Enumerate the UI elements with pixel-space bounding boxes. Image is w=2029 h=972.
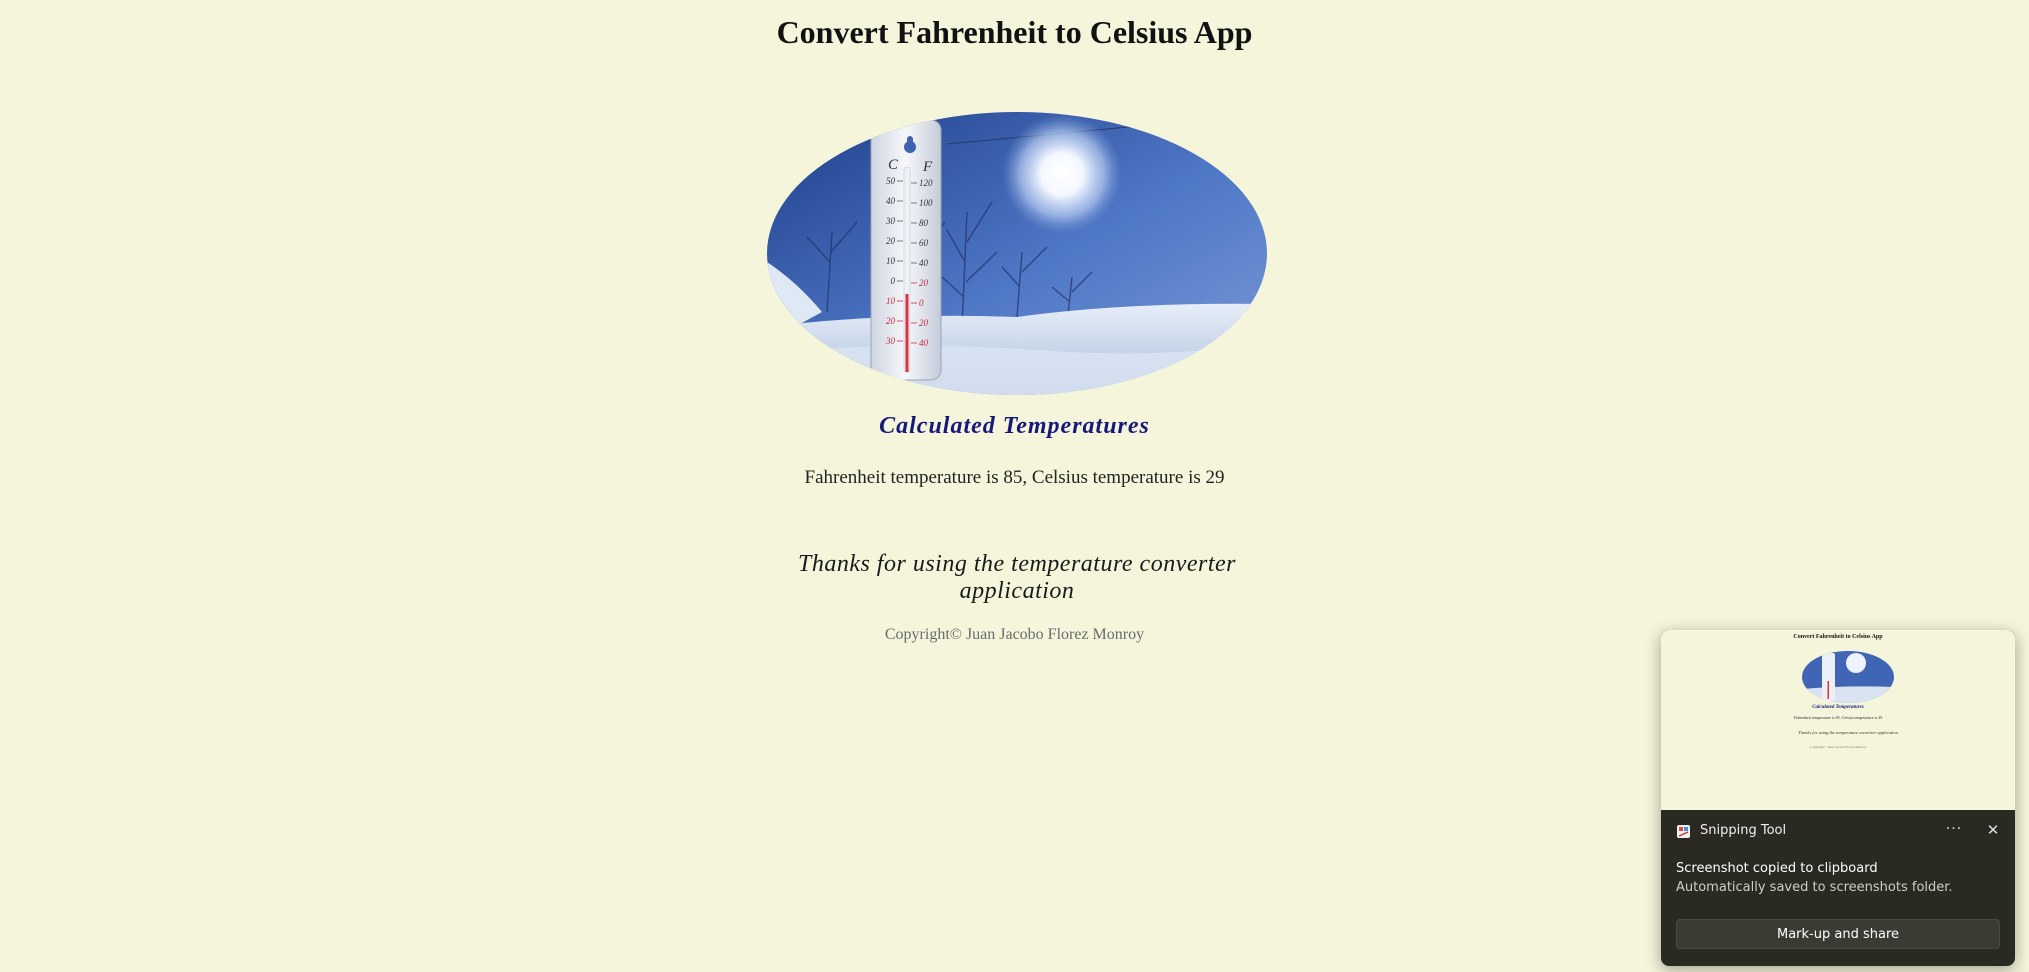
celsius-tick-label: 10 bbox=[886, 256, 896, 266]
page-title: Convert Fahrenheit to Celsius App bbox=[776, 14, 1253, 50]
screenshot-preview[interactable]: Convert Fahrenheit to Celsius App Calcul… bbox=[1661, 630, 2015, 810]
notification-body: Snipping Tool ··· ✕ Screenshot copied to… bbox=[1661, 810, 2015, 966]
preview-subtitle: Calculated Temperatures bbox=[1812, 705, 1864, 710]
fahrenheit-label: F bbox=[922, 159, 933, 175]
fahrenheit-tick-label: 120 bbox=[919, 178, 933, 188]
fahrenheit-tick-label: 20 bbox=[919, 278, 929, 288]
close-icon[interactable]: ✕ bbox=[1979, 818, 2007, 842]
fahrenheit-tick-label: 40 bbox=[919, 258, 929, 268]
notification-app-name: Snipping Tool bbox=[1700, 823, 1787, 838]
preview-result: Fahrenheit temperature is 85, Celsius te… bbox=[1793, 715, 1883, 720]
preview-image bbox=[1802, 651, 1894, 703]
celsius-tick-label: 50 bbox=[886, 176, 896, 186]
hero-illustration: C F 50403020100102030 120100806040200204… bbox=[767, 112, 1267, 395]
celsius-tick-label: 40 bbox=[886, 196, 896, 206]
snipping-tool-icon bbox=[1676, 824, 1691, 839]
conversion-result: Fahrenheit temperature is 85, Celsius te… bbox=[804, 467, 1225, 488]
calculated-temperatures-heading: Calculated Temperatures bbox=[879, 413, 1150, 439]
snipping-tool-notification[interactable]: Convert Fahrenheit to Celsius App Calcul… bbox=[1661, 630, 2015, 966]
preview-thanks: Thanks for using the temperature convert… bbox=[1798, 730, 1898, 735]
celsius-tick-label: 30 bbox=[885, 216, 896, 226]
notification-text: Automatically saved to screenshots folde… bbox=[1676, 880, 1953, 895]
celsius-tick-label: 20 bbox=[886, 236, 896, 246]
notification-heading: Screenshot copied to clipboard bbox=[1676, 861, 1878, 876]
fahrenheit-tick-label: 60 bbox=[919, 238, 929, 248]
preview-title: Convert Fahrenheit to Celsius App bbox=[1793, 634, 1883, 640]
fahrenheit-tick-label: 80 bbox=[919, 218, 929, 228]
app-page: Convert Fahrenheit to Celsius App C F 50… bbox=[0, 0, 2029, 972]
thermometer-snow-image: C F 50 40 30 20 10 0 10 20 30 120 100 80 60 40 20 0 20 4… bbox=[767, 112, 1267, 395]
thanks-message: Thanks for using the temperature convert… bbox=[797, 551, 1237, 604]
celsius-tick-label: 20 bbox=[886, 316, 896, 326]
preview-copyright: Copyright© Juan Jacobo Florez Monroy bbox=[1809, 745, 1867, 749]
mark-up-and-share-button[interactable]: Mark-up and share bbox=[1676, 919, 2000, 949]
fahrenheit-tick-label: 20 bbox=[919, 318, 929, 328]
fahrenheit-tick-label: 0 bbox=[919, 298, 924, 308]
celsius-tick-label: 10 bbox=[886, 296, 896, 306]
celsius-label: C bbox=[888, 157, 899, 173]
fahrenheit-tick-label: 40 bbox=[919, 338, 929, 348]
fahrenheit-tick-label: 100 bbox=[919, 198, 933, 208]
celsius-tick-label: 0 bbox=[891, 276, 896, 286]
celsius-tick-label: 30 bbox=[885, 336, 896, 346]
more-options-icon[interactable]: ··· bbox=[1940, 818, 1968, 842]
